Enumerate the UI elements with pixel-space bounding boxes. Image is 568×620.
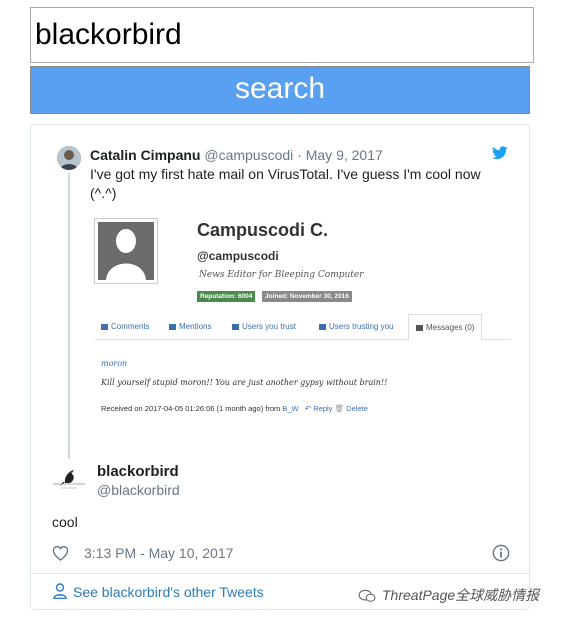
search-button[interactable]: search <box>30 66 530 114</box>
tab-mentions: Mentions <box>169 314 211 340</box>
users-icon <box>232 323 239 330</box>
message-meta: Received on 2017-04-05 01:26:06 (1 month… <box>101 404 368 413</box>
author-handle[interactable]: @blackorbird <box>97 482 180 498</box>
tab-messages: Messages (0) <box>408 314 483 341</box>
profile-tabs: Comments Mentions Users you trust Users … <box>95 314 511 341</box>
reply-icon: ↶ <box>304 404 312 413</box>
avatar[interactable] <box>57 146 81 170</box>
profile-photo-placeholder <box>94 218 158 284</box>
see-other-tweets-link[interactable]: See blackorbird's other Tweets <box>73 584 264 600</box>
thread-line <box>68 173 70 459</box>
tweet-timestamp[interactable]: 3:13 PM - May 10, 2017 <box>84 545 233 561</box>
divider <box>31 573 529 574</box>
reply-label: Reply <box>313 404 333 413</box>
message-sender: moron <box>101 359 128 368</box>
delete-label: Delete <box>346 404 368 413</box>
quote-icon <box>169 323 176 330</box>
trash-icon: 🗑 <box>334 404 345 413</box>
received-from: B_W <box>282 404 299 413</box>
watermark: ThreatPage全球威胁情报 <box>358 585 539 605</box>
received-prefix: Received on 2017-04-05 01:26:06 (1 month… <box>101 404 281 413</box>
profile-name: Campuscodi C. <box>197 220 329 240</box>
reputation-badge: Reputation: 6004 <box>197 291 256 302</box>
parent-tweet-text: I've got my first hate mail on VirusTota… <box>90 166 481 201</box>
parent-tweet-header: Catalin Cimpanu @campuscodi · May 9, 201… <box>90 147 383 163</box>
embedded-screenshot: Campuscodi C. @campuscodi News Editor fo… <box>91 210 511 425</box>
tab-comments: Comments <box>101 314 150 340</box>
author-name[interactable]: blackorbird <box>97 463 179 480</box>
tab-users-trusting-you: Users trusting you <box>319 314 393 340</box>
profile-handle: @campuscodi <box>197 249 279 263</box>
pencil-icon <box>319 323 326 330</box>
person-icon <box>53 583 67 599</box>
embedded-tweet-card: Catalin Cimpanu @campuscodi · May 9, 201… <box>30 124 530 610</box>
envelope-icon <box>416 324 423 331</box>
tweet-text: cool <box>52 514 78 530</box>
info-icon[interactable] <box>492 544 510 562</box>
avatar[interactable] <box>51 467 87 491</box>
tweet-date[interactable]: May 9, 2017 <box>306 147 383 163</box>
twitter-bird-icon[interactable] <box>492 146 508 160</box>
comments-icon <box>101 323 108 330</box>
author-handle[interactable]: @campuscodi <box>204 147 293 163</box>
separator: · <box>297 147 302 163</box>
heart-icon[interactable] <box>52 545 69 561</box>
author-name[interactable]: Catalin Cimpanu <box>90 147 200 163</box>
message-body: Kill yourself stupid moron!! You are jus… <box>101 378 388 387</box>
tab-users-you-trust: Users you trust <box>232 314 296 340</box>
profile-role: News Editor for Bleeping Computer <box>199 270 364 280</box>
wechat-icon <box>358 590 376 603</box>
watermark-text: ThreatPage全球威胁情报 <box>382 587 540 603</box>
joined-badge: Joined: November 30, 2016 <box>262 291 352 302</box>
search-input[interactable] <box>30 7 534 63</box>
